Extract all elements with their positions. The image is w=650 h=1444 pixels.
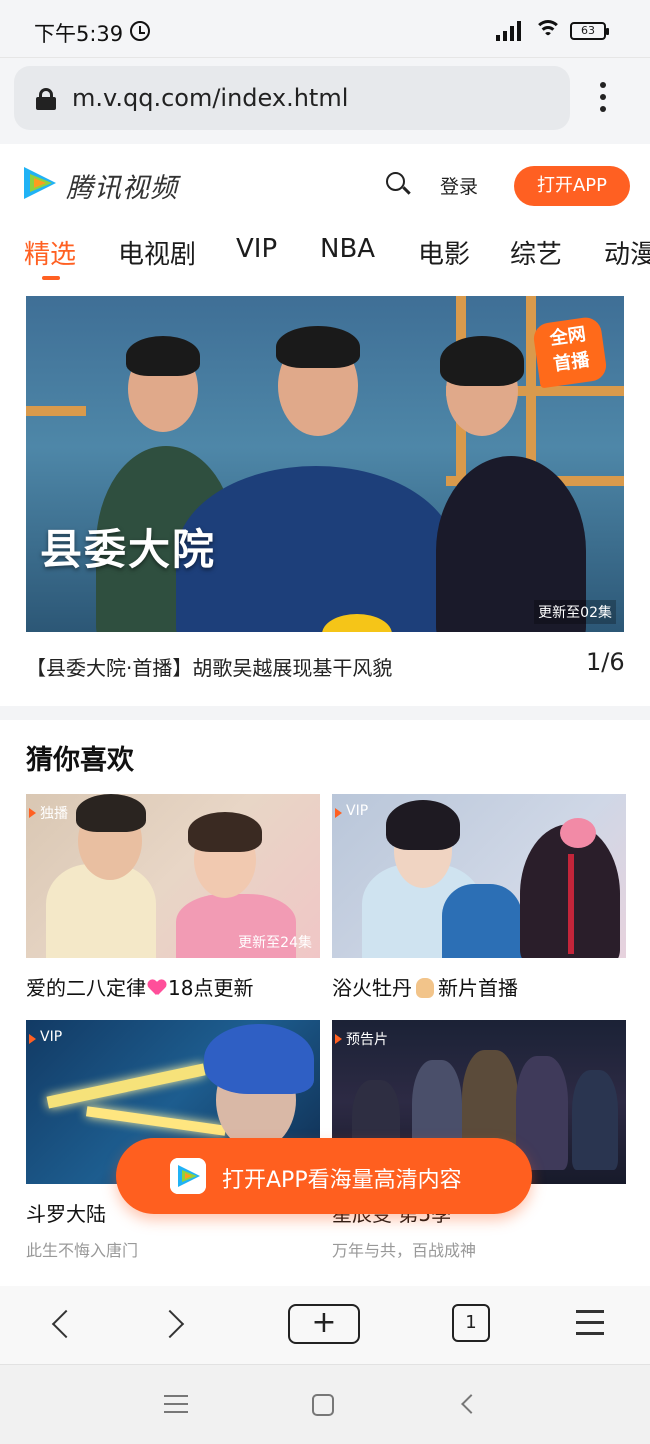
alarm-icon [130,21,150,41]
logo-text[interactable]: 腾讯视频 [66,166,178,205]
hero-caption[interactable]: 【县委大院·首播】胡歌吴越展现基干风貌 [26,652,392,681]
recent-apps-icon[interactable] [164,1395,188,1415]
open-app-button[interactable]: 打开APP [514,166,630,206]
url-text: m.v.qq.com/index.html [72,84,349,112]
system-navigation-bar [0,1364,650,1444]
battery-icon: 63 [570,22,609,40]
tabs-count-button[interactable]: 1 [452,1304,490,1342]
browser-top-bar: m.v.qq.com/index.html [0,58,650,144]
video-thumbnail[interactable]: 独播 更新至24集 [26,794,320,958]
video-title-extra: 18点更新 [168,976,254,1000]
lock-icon [36,88,56,110]
premiere-badge: 全网 首播 [531,315,609,389]
more-menu-icon[interactable] [590,80,614,114]
video-card[interactable]: 独播 更新至24集 爱的二八定律 18点更新 [26,794,320,1001]
open-app-floating-label: 打开APP看海量高清内容 [222,1168,462,1193]
tencent-video-logo-icon[interactable] [20,164,60,202]
chevron-right-icon [155,1309,185,1339]
back-button[interactable] [46,1304,81,1344]
status-bar: 下午5:39 63 [0,0,650,58]
video-card[interactable]: VIP 浴火牡丹 新片首播 [332,794,626,1001]
tab-featured[interactable]: 精选 [24,234,76,271]
forward-button[interactable] [155,1304,190,1344]
hero-episode-label: 更新至02集 [534,600,616,624]
channel-tabs: 精选 电视剧 VIP NBA 电影 综艺 动漫 [0,226,650,282]
video-thumbnail[interactable]: VIP [332,794,626,958]
video-title: 爱的二八定律 18点更新 [26,972,320,1001]
hero-title: 县委大院 [40,525,217,574]
vip-tag: VIP [26,1028,70,1046]
tab-anime[interactable]: 动漫 [604,234,650,271]
video-title-main: 爱的二八定律 [26,976,146,1000]
victory-hand-emoji-icon [416,978,434,998]
video-title-main: 浴火牡丹 [332,976,412,1000]
open-app-floating-button[interactable]: 打开APP看海量高清内容 [116,1138,532,1214]
chevron-left-icon [51,1309,81,1339]
home-icon[interactable] [312,1394,334,1416]
section-divider [0,706,650,720]
browser-menu-icon[interactable] [576,1308,604,1336]
tab-variety[interactable]: 综艺 [510,234,562,271]
video-subtitle: 此生不悔入唐门 [26,1241,139,1260]
login-link[interactable]: 登录 [440,172,478,199]
search-icon[interactable] [386,172,411,196]
episode-label: 更新至24集 [238,935,312,951]
tencent-video-app-icon [170,1158,206,1194]
video-title: 浴火牡丹 新片首播 [332,972,626,1001]
site-header: 腾讯视频 登录 打开APP [0,144,650,226]
back-nav-icon[interactable] [461,1394,481,1414]
vip-tag: VIP [332,802,376,820]
tab-vip[interactable]: VIP [236,234,277,264]
wifi-icon [534,20,562,42]
active-tab-indicator [42,276,60,280]
hero-pager: 1/6 [586,648,625,676]
trailer-tag: 预告片 [332,1028,396,1050]
tab-nba[interactable]: NBA [320,234,375,264]
tab-tv-series[interactable]: 电视剧 [118,234,196,271]
exclusive-tag: 独播 [26,802,76,824]
recommend-section-title: 猜你喜欢 [26,745,134,776]
address-bar[interactable]: m.v.qq.com/index.html [14,66,570,130]
status-time: 下午5:39 [34,22,124,46]
signal-icon [496,19,526,41]
browser-toolbar: + 1 [0,1286,650,1364]
video-title-extra: 新片首播 [438,976,518,1000]
tab-movies[interactable]: 电影 [418,234,470,271]
new-tab-button[interactable]: + [288,1304,360,1344]
heart-emoji-icon [148,980,166,996]
hero-banner[interactable]: 县委大院 全网 首播 更新至02集 [26,296,624,632]
video-subtitle: 万年与共，百战成神 [332,1241,477,1260]
